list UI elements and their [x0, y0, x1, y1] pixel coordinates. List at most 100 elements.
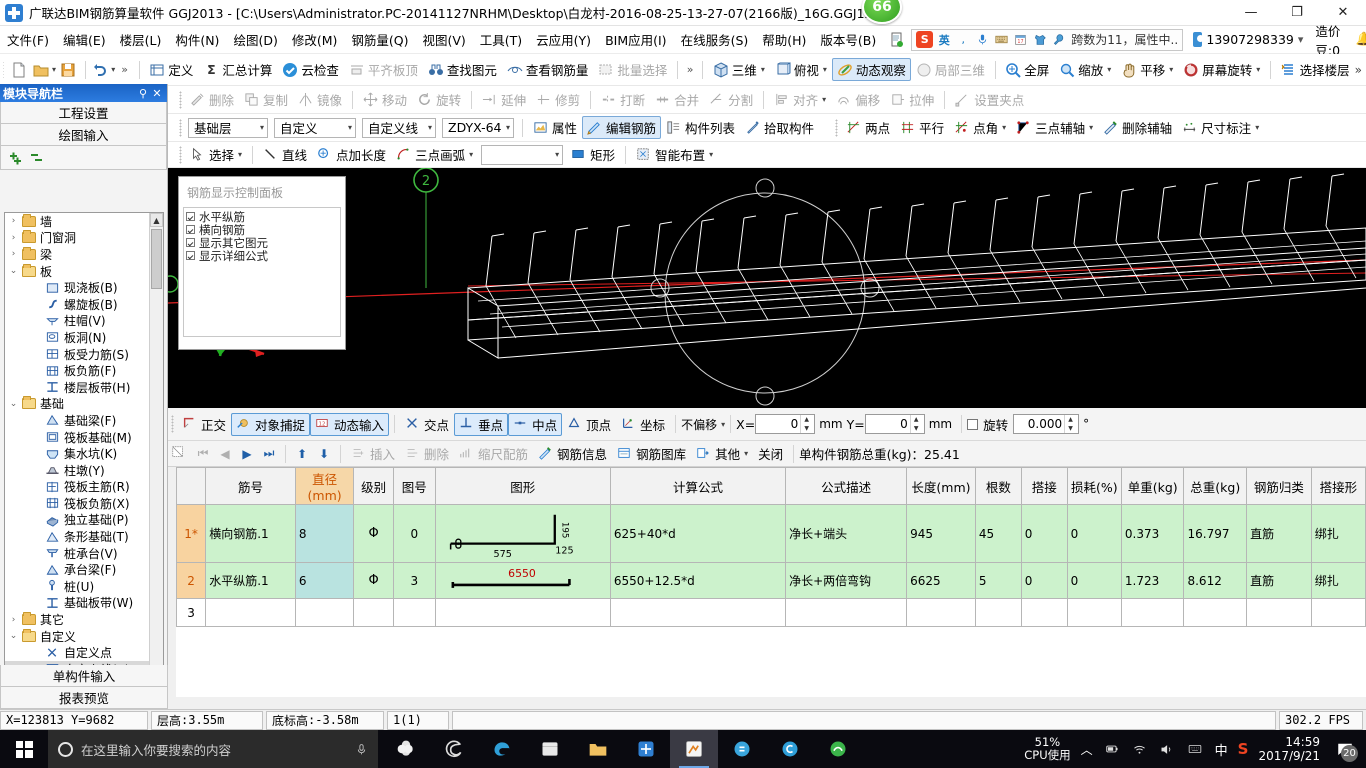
x-input-field[interactable] — [756, 416, 801, 432]
toolbar-find-element[interactable]: 查找图元 — [423, 58, 502, 81]
expand-all-icon[interactable] — [7, 150, 23, 166]
snap-vertex[interactable]: 顶点 — [562, 413, 616, 436]
tree-item-folder[interactable]: ⌄ 基础 — [5, 396, 150, 413]
cell-formula[interactable]: 625+40*d — [609, 504, 787, 563]
cell-diameter[interactable]: 8 — [294, 504, 355, 563]
toolbar-partial-3d[interactable]: 局部三维 — [911, 58, 990, 81]
tree-item-leaf[interactable]: 桩承台(V) — [5, 545, 150, 562]
open-dropdown-caret[interactable]: ▾ — [52, 65, 56, 74]
cell-laptype[interactable]: 绑扎 — [1310, 504, 1366, 563]
cell-totalweight[interactable]: 16.797 — [1183, 504, 1248, 563]
cell-shapeno[interactable]: 3 — [392, 562, 436, 599]
beans-label[interactable]: 造价豆:0 — [1315, 21, 1345, 59]
editbar-other[interactable]: 其他 ▾ — [691, 442, 753, 465]
wifi-icon[interactable] — [1131, 742, 1148, 757]
taskbar-app-ggj[interactable] — [622, 730, 670, 768]
toolbar-dynamic-observe[interactable]: 动态观察 — [831, 58, 911, 81]
component-edit-rebar[interactable]: 编辑钢筋 — [582, 116, 662, 139]
snap-midpoint[interactable]: 中点 — [508, 412, 563, 436]
cell-category[interactable]: 直筋 — [1246, 562, 1312, 599]
axis-delete[interactable]: 删除辅轴 — [1098, 116, 1177, 139]
column-header-laptype[interactable]: 搭接形 — [1310, 467, 1366, 505]
column-header-lap[interactable]: 搭接 — [1020, 467, 1068, 505]
taskbar-app-sogou[interactable] — [766, 730, 814, 768]
cell-count[interactable] — [974, 598, 1022, 627]
chevron-down-icon[interactable]: ▾ — [555, 150, 559, 159]
axis-three-point[interactable]: 三点辅轴 ▾ — [1011, 116, 1098, 139]
chevron-right-icon[interactable]: › — [7, 233, 20, 243]
nav-next-button[interactable]: ▶ — [236, 444, 258, 464]
draw-arc[interactable]: 三点画弧 ▾ — [391, 143, 478, 166]
axis-parallel[interactable]: 平行 — [895, 116, 949, 139]
component-kind-select[interactable]: 自定义线 ▾ — [362, 117, 436, 138]
checkbox-icon[interactable] — [186, 225, 195, 234]
column-header-shapeno[interactable]: 图号 — [392, 467, 436, 505]
menu-tools[interactable]: 工具(T) — [473, 27, 529, 52]
taskbar-app-folder[interactable] — [574, 730, 622, 768]
chevron-down-icon[interactable]: ▾ — [761, 65, 765, 74]
tree-item-leaf[interactable]: 自定义点 — [5, 644, 150, 661]
calendar-icon[interactable]: 17 — [1012, 32, 1028, 48]
undo-icon[interactable] — [92, 62, 108, 78]
draw-point-length[interactable]: 点加长度 — [312, 143, 391, 166]
cell-count[interactable]: 45 — [974, 504, 1022, 563]
sogou-tray-icon[interactable]: S — [1238, 740, 1249, 758]
row-index-cell[interactable]: 2 — [176, 562, 207, 599]
modify-break[interactable]: 打断 — [596, 88, 650, 111]
tree-item-folder[interactable]: ⌄ 自定义 — [5, 628, 150, 645]
menu-modify[interactable]: 修改(M) — [285, 27, 345, 52]
column-header-name[interactable]: 筋号 — [205, 467, 296, 505]
cell-loss[interactable]: 0 — [1066, 562, 1122, 599]
rotate-input-field[interactable] — [1014, 416, 1065, 432]
nav-prev-button[interactable]: ◀ — [214, 444, 236, 464]
axis-point-angle[interactable]: 点角 ▾ — [949, 116, 1011, 139]
offset-mode-select[interactable]: 不偏移 ▾ — [681, 416, 725, 433]
modify-mirror[interactable]: 镜像 — [293, 88, 347, 111]
cell-length[interactable]: 945 — [906, 504, 976, 563]
menu-edit[interactable]: 编辑(E) — [56, 27, 113, 52]
chevron-right-icon[interactable]: › — [7, 216, 20, 226]
collapse-all-icon[interactable] — [29, 150, 45, 166]
cell-lap[interactable] — [1020, 598, 1068, 627]
editbar-close[interactable]: 关闭 — [753, 442, 788, 465]
chevron-down-icon[interactable]: ▾ — [260, 123, 264, 132]
modify-delete[interactable]: 删除 — [185, 88, 239, 111]
component-pick[interactable]: 拾取构件 — [740, 116, 819, 139]
row-index-cell[interactable]: 3 — [176, 598, 207, 627]
snap-ortho[interactable]: 正交 — [177, 413, 231, 436]
axis-two-point[interactable]: 两点 — [841, 116, 895, 139]
menu-floor[interactable]: 楼层(L) — [113, 27, 169, 52]
y-input-field[interactable] — [865, 416, 910, 432]
taskbar-app-edge[interactable] — [478, 730, 526, 768]
editbar-delete[interactable]: 删除 — [400, 442, 454, 465]
cell-grade[interactable]: Φ — [353, 504, 394, 563]
tree-item-leaf[interactable]: 螺旋板(B) — [5, 296, 150, 313]
taskbar-app-store[interactable] — [526, 730, 574, 768]
btn-report-preview[interactable]: 报表预览 — [0, 687, 168, 709]
column-header-totalweight[interactable]: 总重(kg) — [1183, 467, 1248, 505]
table-row[interactable]: 2 水平纵筋.1 6 Φ 3 6550 6550+12.5*d 净长+两倍弯钩 6625 5 0 0 1… — [176, 562, 1366, 599]
cell-shape[interactable]: 6550 — [434, 562, 611, 599]
taskbar-app-browser[interactable] — [814, 730, 862, 768]
sogou-icon[interactable]: S — [916, 31, 934, 48]
floor-select[interactable]: 基础层 ▾ — [188, 117, 268, 138]
table-row[interactable]: 3 — [176, 598, 1366, 627]
chevron-down-icon[interactable]: ⌄ — [7, 399, 20, 409]
close-icon[interactable]: ✕ — [150, 87, 164, 100]
toolbar-define[interactable]: 定义 — [144, 58, 198, 81]
account-phone[interactable]: 13907298339 — [1206, 32, 1293, 47]
menu-cloud-app[interactable]: 云应用(Y) — [529, 27, 598, 52]
ime-toolbar[interactable]: S 英 , 17 跨数为11，属性中.. — [911, 28, 1184, 51]
chevron-down-icon[interactable]: ▾ — [1107, 65, 1111, 74]
ime-lang-icon[interactable]: 英 — [936, 32, 952, 48]
toolbar-view-rebar-qty[interactable]: 查看钢筋量 — [502, 58, 594, 81]
cell-shape[interactable]: 195 575 125 — [434, 504, 611, 563]
chevron-down-icon[interactable]: ▾ — [1256, 65, 1260, 74]
y-spinner[interactable]: ▲ ▼ — [909, 415, 922, 433]
cell-formula[interactable] — [609, 598, 787, 627]
row-index-cell[interactable]: 1* — [176, 504, 207, 563]
chevron-down-icon[interactable]: ▾ — [709, 150, 713, 159]
tree-item-leaf[interactable]: 承台梁(F) — [5, 561, 150, 578]
chevron-down-icon[interactable]: ▾ — [822, 95, 826, 104]
tree-item-folder[interactable]: › 其它 — [5, 611, 150, 628]
